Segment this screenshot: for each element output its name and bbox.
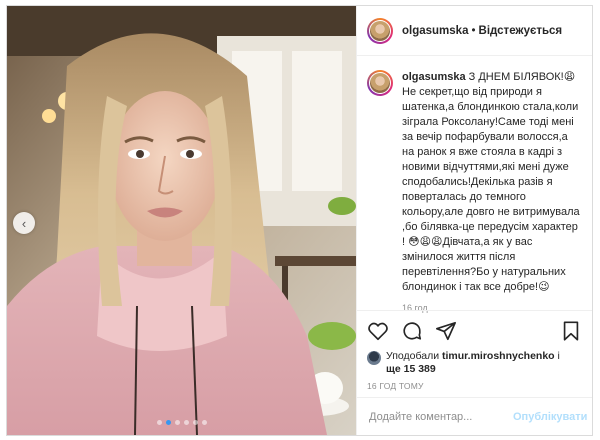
chevron-left-icon: ‹ bbox=[21, 215, 27, 231]
post-photo[interactable]: ‹ bbox=[7, 6, 356, 435]
comments-area: olgasumska З ДНЕМ БІЛЯВОК!😩Не секрет,що … bbox=[357, 56, 592, 313]
likes-prefix: Уподобали bbox=[386, 350, 442, 362]
caption-text: olgasumska З ДНЕМ БІЛЯВОК!😩Не секрет,що … bbox=[402, 70, 582, 295]
publish-button[interactable]: Опублікувати bbox=[513, 411, 587, 423]
post-date: 16 ГОД ТОМУ bbox=[367, 381, 424, 391]
likes-count-link[interactable]: ще 15 389 bbox=[386, 363, 436, 375]
liker-avatar[interactable] bbox=[367, 351, 381, 365]
comment-icon[interactable] bbox=[401, 320, 423, 342]
follow-state-button[interactable]: Відстежується bbox=[479, 25, 563, 37]
caption: olgasumska З ДНЕМ БІЛЯВОК!😩Не секрет,що … bbox=[367, 70, 582, 295]
likes-summary: Уподобали timur.miroshnychenko і ще 15 3… bbox=[367, 350, 582, 376]
separator: • bbox=[471, 24, 476, 37]
carousel-dot bbox=[192, 420, 198, 425]
comment-input[interactable] bbox=[367, 409, 513, 424]
post-header: olgasumska • Відстежується bbox=[357, 6, 592, 56]
carousel-dot bbox=[183, 420, 189, 425]
carousel-prev-button[interactable]: ‹ bbox=[13, 212, 35, 234]
avatar[interactable] bbox=[367, 17, 393, 44]
username-link[interactable]: olgasumska bbox=[402, 25, 468, 37]
likes-text: Уподобали timur.miroshnychenko і ще 15 3… bbox=[386, 350, 560, 376]
heart-icon[interactable] bbox=[367, 320, 389, 342]
carousel-dot bbox=[156, 420, 162, 425]
post-sidebar: olgasumska • Відстежується olgasumska З … bbox=[356, 6, 592, 435]
bookmark-icon[interactable] bbox=[560, 320, 582, 342]
action-bar bbox=[357, 310, 592, 350]
add-comment-bar: Опублікувати bbox=[357, 397, 592, 435]
portrait-image bbox=[7, 6, 356, 435]
caption-avatar[interactable] bbox=[367, 70, 393, 96]
caption-body: З ДНЕМ БІЛЯВОК!😩Не секрет,що від природи… bbox=[402, 71, 580, 293]
share-icon[interactable] bbox=[435, 320, 457, 342]
carousel-dot bbox=[201, 420, 207, 425]
carousel-dots bbox=[7, 420, 356, 425]
caption-username-link[interactable]: olgasumska bbox=[402, 71, 466, 83]
liker-username-link[interactable]: timur.miroshnychenko bbox=[442, 350, 555, 362]
carousel-dot bbox=[165, 420, 171, 425]
post-dialog: ‹ olgasumska • Відстежується olgasumska … bbox=[6, 5, 593, 436]
carousel-dot bbox=[174, 420, 180, 425]
likes-and: і bbox=[554, 350, 560, 362]
